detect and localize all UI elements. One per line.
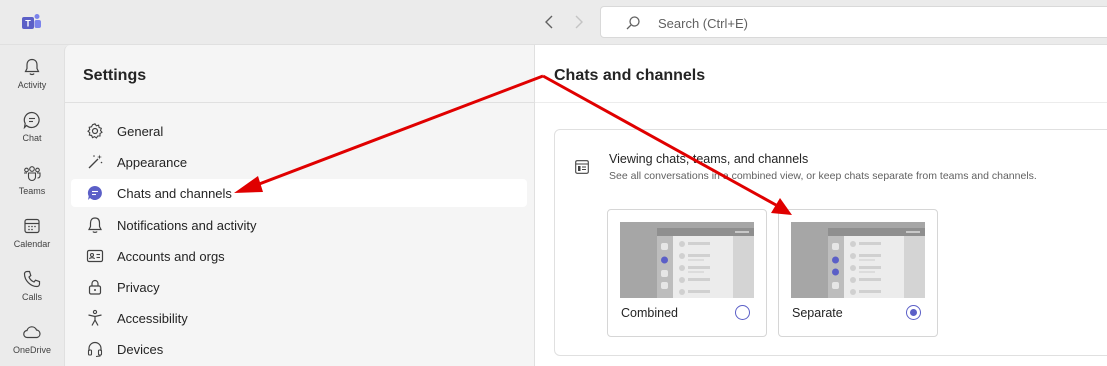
main-content: Chats and channels Viewing chats, teams,… [534, 45, 1107, 366]
separate-radio[interactable] [906, 305, 921, 320]
rail-item-calendar[interactable]: Calendar [0, 210, 64, 262]
headset-icon [87, 341, 103, 358]
separate-preview-image [791, 222, 925, 298]
settings-title: Settings [83, 67, 147, 84]
phone-icon [23, 270, 41, 288]
id-card-icon [86, 249, 104, 263]
accessibility-icon [88, 309, 102, 326]
divider [65, 102, 535, 103]
wand-icon [88, 154, 103, 169]
settings-item-label: Privacy [117, 279, 160, 295]
settings-item-label: Appearance [117, 154, 188, 170]
layout-icon [575, 160, 589, 174]
combined-preview-image [620, 222, 754, 298]
teams-logo-icon: T [22, 14, 41, 29]
viewing-options-card: Viewing chats, teams, and channels See a… [554, 129, 1107, 356]
option-label: Combined [621, 306, 678, 320]
divider [535, 102, 1107, 103]
rail-label: OneDrive [12, 345, 51, 355]
settings-item-general[interactable]: General [71, 117, 527, 145]
settings-item-chats-and-channels[interactable]: Chats and channels [71, 179, 527, 207]
calendar-icon [24, 218, 40, 234]
settings-item-accounts[interactable]: Accounts and orgs [71, 242, 527, 270]
chat-icon [23, 111, 40, 130]
rail-label: Calendar [13, 239, 51, 249]
search-icon [626, 16, 640, 30]
settings-item-devices[interactable]: Devices [71, 335, 527, 363]
combined-radio[interactable] [735, 305, 750, 320]
settings-item-label: Chats and channels [117, 185, 232, 201]
separate-option[interactable]: Separate [778, 209, 938, 337]
lock-icon [88, 279, 102, 295]
settings-item-label: Devices [117, 341, 164, 357]
rail-item-teams[interactable]: Teams [0, 157, 64, 209]
settings-item-notifications[interactable]: Notifications and activity [71, 211, 527, 239]
title-bar: T Search (Ctrl+E) [0, 0, 1107, 45]
forward-arrow-icon[interactable] [570, 13, 588, 31]
settings-item-appearance[interactable]: Appearance [71, 148, 527, 176]
rail-label: Calls [21, 292, 42, 302]
gear-icon [87, 123, 103, 139]
rail-item-onedrive[interactable]: OneDrive [0, 316, 64, 366]
bell-icon [24, 58, 40, 76]
combined-option[interactable]: Combined [607, 209, 767, 337]
svg-text:T: T [25, 19, 31, 29]
settings-item-privacy[interactable]: Privacy [71, 273, 527, 301]
rail-label: Chat [22, 133, 42, 143]
rail-item-activity[interactable]: Activity [0, 51, 64, 103]
app-rail: Activity Chat Teams Calendar Calls OneDr… [0, 45, 64, 366]
rail-label: Teams [18, 186, 46, 196]
teams-icon [24, 166, 41, 182]
bell-icon [88, 217, 102, 233]
settings-item-label: General [117, 123, 164, 139]
card-description: See all conversations in a combined view… [609, 170, 1037, 182]
search-placeholder: Search (Ctrl+E) [658, 16, 748, 31]
search-input[interactable]: Search (Ctrl+E) [600, 6, 1107, 38]
settings-panel: Settings General Appearance Chats and ch… [64, 45, 535, 366]
page-title: Chats and channels [554, 67, 706, 84]
cloud-icon [23, 326, 41, 339]
settings-item-label: Accessibility [117, 310, 188, 326]
settings-item-label: Notifications and activity [117, 217, 257, 233]
rail-item-chat[interactable]: Chat [0, 104, 64, 156]
option-label: Separate [792, 306, 843, 320]
chat-bubble-icon [87, 185, 102, 200]
settings-item-label: Accounts and orgs [117, 248, 225, 264]
card-heading: Viewing chats, teams, and channels [609, 152, 809, 166]
rail-item-calls[interactable]: Calls [0, 263, 64, 315]
settings-item-accessibility[interactable]: Accessibility [71, 304, 527, 332]
back-arrow-icon[interactable] [540, 13, 558, 31]
rail-label: Activity [17, 80, 47, 90]
